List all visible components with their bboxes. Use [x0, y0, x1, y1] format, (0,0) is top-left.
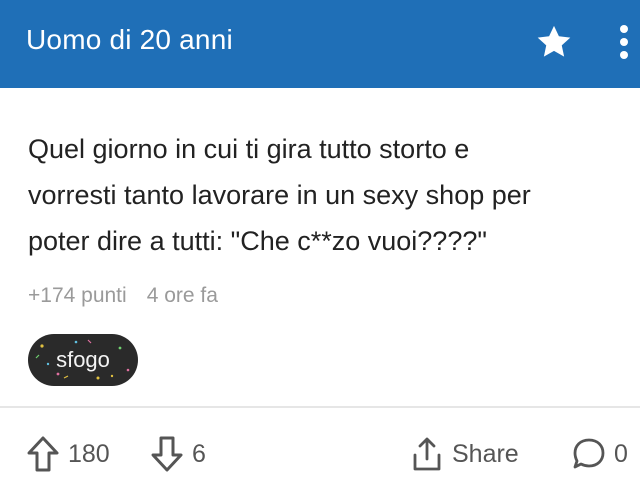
upvote-button[interactable]: 180 [26, 432, 110, 476]
score-label: +174 punti [28, 284, 127, 307]
post-line: Quel giorno in cui ti gira tutto storto … [28, 134, 470, 164]
share-label: Share [452, 439, 519, 468]
post-line: poter dire a tutti: "Che c**zo vuoi????" [28, 226, 487, 256]
share-icon [410, 435, 444, 473]
share-button[interactable]: Share [410, 432, 519, 476]
star-icon [537, 25, 571, 57]
post-meta: +174 punti 4 ore fa [28, 284, 218, 308]
tag-label: sfogo [56, 347, 110, 372]
post-card: Quel giorno in cui ti gira tutto storto … [0, 88, 640, 406]
arrow-down-icon [150, 435, 184, 473]
downvote-button[interactable]: 6 [150, 432, 206, 476]
action-bar: 180 6 Share 0 [0, 408, 640, 504]
tag-chip[interactable]: sfogo [28, 334, 138, 386]
upvote-count: 180 [68, 439, 110, 468]
page-title: Uomo di 20 anni [26, 24, 233, 55]
arrow-up-icon [26, 435, 60, 473]
downvote-count: 6 [192, 439, 206, 468]
more-options-button[interactable] [612, 22, 636, 62]
post-body: Quel giorno in cui ti gira tutto storto … [28, 126, 618, 264]
post-line: vorresti tanto lavorare in un sexy shop … [28, 180, 531, 210]
timestamp: 4 ore fa [146, 284, 218, 307]
favorite-button[interactable] [533, 22, 575, 62]
comment-icon [572, 436, 606, 472]
comments-button[interactable]: 0 [572, 432, 628, 476]
app-bar: Uomo di 20 anni [0, 0, 640, 88]
comment-count: 0 [614, 439, 628, 468]
more-vert-icon [620, 25, 628, 59]
